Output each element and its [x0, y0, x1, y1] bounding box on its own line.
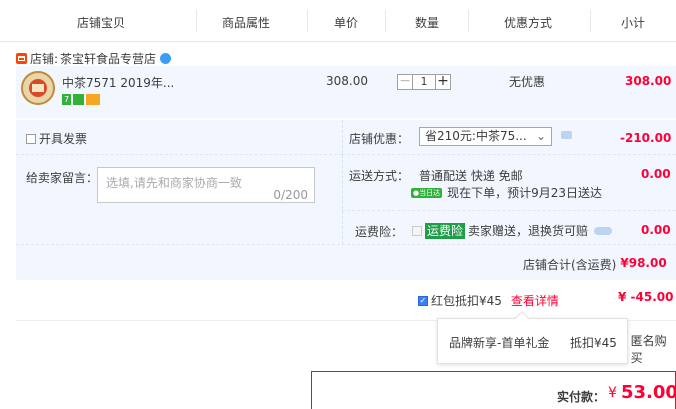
- header-divider: [307, 10, 308, 32]
- header-divider: [385, 10, 386, 32]
- header-divider: [196, 10, 197, 32]
- payment-summary-box: 实付款： ¥ 53.00: [311, 371, 676, 409]
- shop-discount-selected: 省210元:中茶75...: [425, 129, 527, 143]
- invoice-option[interactable]: 开具发票: [26, 130, 87, 147]
- col-promo-header: 优惠方式: [504, 16, 553, 30]
- shipping-amount: 0.00: [641, 167, 671, 181]
- item-subtotal: 308.00: [625, 74, 672, 88]
- shipping-label: 运送方式：: [349, 169, 410, 183]
- red-packet-label: 红包抵扣¥45: [431, 294, 502, 308]
- anonymous-label: 匿名购买: [630, 334, 667, 365]
- message-textarea[interactable]: 选填,请先和商家协商一致 0/200: [97, 167, 315, 203]
- divider: [342, 154, 676, 155]
- insurance-row: 运费险 卖家赠送，退换货可赔: [412, 222, 613, 239]
- insurance-amount: 0.00: [641, 223, 671, 237]
- shop-total-row: 店铺合计(含运费) ¥98.00: [523, 256, 667, 273]
- panel-divider: [342, 120, 343, 244]
- chevron-down-icon: ⌄: [535, 129, 546, 143]
- shop-discount-amount: -210.00: [620, 131, 672, 145]
- popup-item-value: 抵扣¥45: [570, 336, 617, 350]
- divider: [342, 210, 676, 211]
- shipping-estimate: 现在下单，预计9月23日送达: [447, 186, 603, 200]
- red-packet-row: ✓ 红包抵扣¥45 查看详情: [418, 292, 559, 309]
- shop-icon: [16, 52, 27, 64]
- message-label: 给卖家留言：: [26, 171, 99, 185]
- shipping-method: 普通配送 快递 免邮: [419, 169, 523, 183]
- shop-total-amount: ¥98.00: [620, 256, 667, 270]
- insurance-checkbox[interactable]: [412, 225, 422, 236]
- col-qty-header: 数量: [415, 16, 440, 30]
- insurance-help-icon[interactable]: [594, 226, 613, 235]
- item-title-link[interactable]: 中茶7571 2019年...: [62, 74, 174, 91]
- payment-label: 实付款：: [557, 390, 606, 404]
- same-day-badge: ●当日达: [411, 187, 443, 198]
- red-packet-checkbox[interactable]: ✓: [418, 295, 428, 306]
- col-price-header: 单价: [334, 16, 359, 30]
- quantity-minus-button[interactable]: −: [397, 74, 413, 90]
- header-divider: [468, 10, 469, 32]
- shop-discount-label: 店铺优惠：: [349, 132, 410, 146]
- quantity-stepper: − 1 +: [397, 74, 451, 90]
- shop-name-link[interactable]: 茶宝轩食品专营店: [60, 50, 156, 67]
- insurance-label: 运费险：: [355, 225, 404, 239]
- header-divider: [590, 10, 591, 32]
- divider: [16, 244, 676, 245]
- col-attr-header: 商品属性: [222, 16, 271, 30]
- service-tag-shield-icon: [73, 94, 85, 105]
- item-service-tags: 7: [62, 94, 101, 105]
- shipping-estimate-row: ●当日达 现在下单，预计9月23日送达: [411, 184, 602, 201]
- divider: [16, 154, 342, 155]
- product-thumbnail[interactable]: [20, 70, 56, 106]
- order-table-header: 店铺宝贝 商品属性 单价 数量 优惠方式 小计: [0, 0, 676, 42]
- insurance-text: 卖家赠送，退换货可赔: [468, 224, 589, 238]
- chat-icon[interactable]: [160, 52, 172, 64]
- shop-row: 店铺: 茶宝轩食品专营店: [16, 50, 172, 67]
- message-placeholder: 选填,请先和商家协商一致: [106, 176, 242, 190]
- red-packet-detail-popup: 品牌新享-首单礼金 抵扣¥45: [437, 310, 628, 364]
- item-promo: 无优惠: [509, 75, 546, 89]
- red-packet-amount: ¥ -45.00: [618, 290, 674, 304]
- col-subtotal-header: 小计: [621, 16, 646, 30]
- item-unit-price: 308.00: [326, 74, 368, 88]
- popup-arrow: [514, 310, 530, 326]
- payment-currency: ¥: [608, 385, 617, 401]
- col-item-header: 店铺宝贝: [77, 16, 126, 30]
- insurance-badge: 运费险: [425, 222, 466, 239]
- shop-discount-select[interactable]: 省210元:中茶75... ⌄: [419, 127, 552, 146]
- shop-label: 店铺:: [30, 51, 59, 66]
- quantity-plus-button[interactable]: +: [435, 74, 451, 90]
- shop-total-label: 店铺合计(含运费): [523, 258, 617, 272]
- payment-amount: 53.00: [621, 382, 676, 403]
- popup-item-name: 品牌新享-首单礼金: [449, 336, 550, 350]
- service-tag-7day: 7: [62, 94, 72, 105]
- service-tag-card-icon: [86, 94, 101, 105]
- invoice-checkbox[interactable]: [26, 133, 36, 144]
- invoice-label: 开具发票: [39, 132, 88, 146]
- red-packet-details-link[interactable]: 查看详情: [511, 292, 559, 309]
- info-bubble-icon[interactable]: [561, 131, 572, 139]
- quantity-input[interactable]: 1: [413, 74, 435, 90]
- message-counter: 0/200: [273, 188, 308, 202]
